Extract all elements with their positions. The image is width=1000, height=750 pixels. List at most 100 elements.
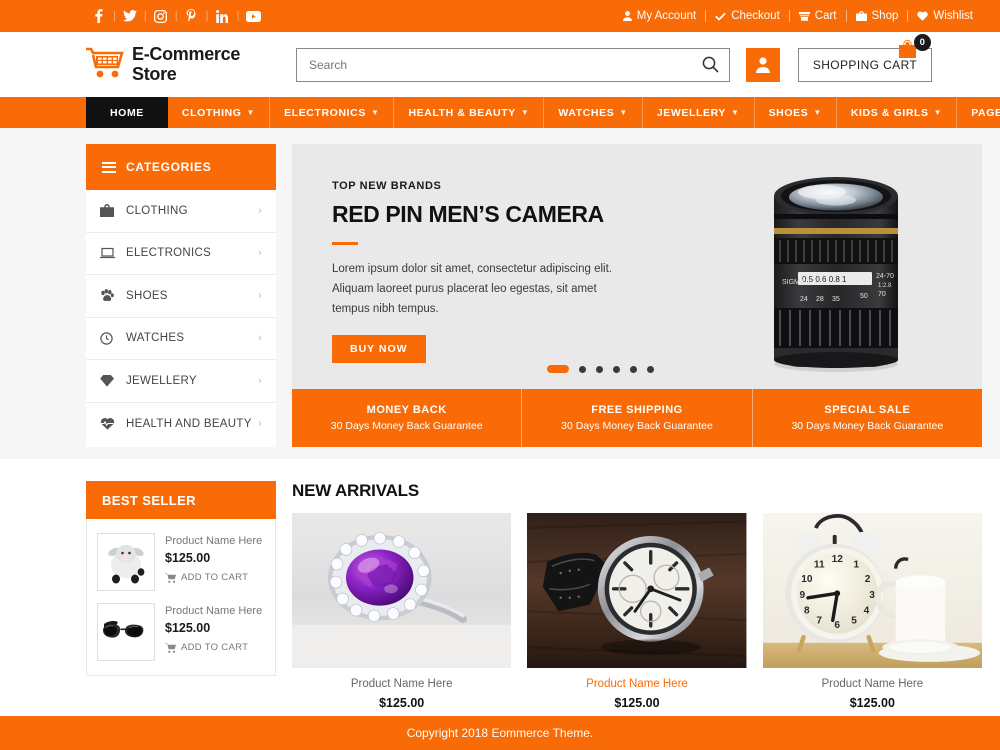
category-item-electronics[interactable]: ELECTRONICS › [86, 232, 276, 275]
categories-header[interactable]: CATEGORIES [86, 144, 276, 190]
product-price: $125.00 [165, 621, 211, 635]
nav-item-jewellery[interactable]: JEWELLERY ▼ [643, 97, 755, 128]
product-card[interactable]: Product Name Here $125.00 [527, 513, 747, 710]
svg-text:4: 4 [863, 606, 869, 617]
nav-item-kids-girls[interactable]: KIDS & GIRLS ▼ [837, 97, 958, 128]
nav-label: ELECTRONICS [284, 106, 366, 119]
svg-text:35: 35 [832, 296, 840, 303]
slider-dot-1[interactable] [547, 365, 569, 373]
categories-panel: CATEGORIES CLOTHING › ELECTRONICS › SHOE… [86, 144, 276, 447]
lower-content-row: BEST SELLER Product Name Here $125.00 AD… [0, 459, 1000, 710]
list-item[interactable]: Product Name Here $125.00 ADD TO CART [95, 527, 267, 597]
nav-item-health-beauty[interactable]: HEALTH & BEAUTY ▼ [394, 97, 545, 128]
new-arrivals-grid: Product Name Here $125.00 Product Name H… [292, 513, 982, 710]
site-logo[interactable]: E-Commerce Store [86, 44, 286, 84]
slider-dot-6[interactable] [647, 365, 654, 373]
social-separator: | [236, 10, 240, 22]
add-to-cart-button[interactable]: ADD TO CART [165, 642, 262, 653]
category-item-jewellery[interactable]: JEWELLERY › [86, 360, 276, 403]
nav-item-home[interactable]: HOME [86, 97, 168, 128]
svg-text:1: 1 [853, 559, 859, 570]
nav-label: WATCHES [558, 106, 615, 119]
svg-text:7: 7 [816, 616, 822, 627]
list-item[interactable]: Product Name Here $125.00 ADD TO CART [95, 597, 267, 667]
search-button[interactable] [691, 49, 729, 81]
chevron-down-icon: ▼ [813, 108, 822, 117]
slider-dot-2[interactable] [579, 365, 586, 373]
top-link-label: Wishlist [933, 10, 973, 22]
category-label: JEWELLERY [126, 374, 197, 387]
category-item-health-and-beauty[interactable]: HEALTH AND BEAUTY › [86, 402, 276, 445]
product-price: $125.00 [614, 696, 660, 710]
pinterest-icon[interactable] [179, 6, 205, 26]
feature-title: SPECIAL SALE [824, 404, 911, 416]
nav-item-clothing[interactable]: CLOTHING ▼ [168, 97, 271, 128]
search-bar [296, 47, 730, 82]
top-link-cart[interactable]: Cart [790, 10, 846, 22]
social-separator: | [174, 10, 178, 22]
linkedin-icon[interactable] [209, 6, 235, 26]
hero-text: TOP NEW BRANDS RED PIN MEN’S CAMERA Lore… [292, 144, 662, 389]
top-link-shop[interactable]: Shop [847, 10, 908, 22]
product-name[interactable]: Product Name Here [763, 678, 982, 690]
svg-text:2: 2 [864, 574, 870, 585]
add-to-cart-button[interactable]: ADD TO CART [165, 572, 262, 583]
category-label: HEALTH AND BEAUTY [126, 417, 252, 430]
laptop-icon [100, 247, 126, 259]
nav-item-shoes[interactable]: SHOES ▼ [755, 97, 837, 128]
clock-icon [100, 332, 126, 345]
top-link-wishlist[interactable]: Wishlist [908, 10, 982, 22]
nav-item-electronics[interactable]: ELECTRONICS ▼ [270, 97, 395, 128]
slider-dot-5[interactable] [630, 365, 637, 373]
svg-text:12: 12 [831, 554, 843, 565]
hamburger-icon [102, 161, 116, 173]
hero-column: TOP NEW BRANDS RED PIN MEN’S CAMERA Lore… [292, 144, 982, 447]
slider-dot-3[interactable] [596, 365, 603, 373]
svg-text:8: 8 [804, 606, 810, 617]
search-input[interactable] [297, 48, 691, 81]
slider-dot-4[interactable] [613, 365, 620, 373]
social-separator: | [143, 10, 147, 22]
product-card[interactable]: Product Name Here $125.00 [292, 513, 512, 710]
svg-text:11: 11 [814, 559, 825, 570]
top-link-label: Checkout [731, 10, 780, 22]
top-link-my-account[interactable]: My Account [614, 10, 705, 22]
slider-dots [547, 365, 654, 373]
account-button[interactable] [746, 47, 780, 82]
black-sunglasses-image [97, 603, 155, 661]
feature-free-shipping: FREE SHIPPING 30 Days Money Back Guarant… [522, 389, 753, 447]
plush-lamb-toy-image [97, 533, 155, 591]
svg-text:10: 10 [801, 574, 813, 585]
product-card[interactable]: 12 1 2 345 678 9 10 11 Product Name Here… [762, 513, 982, 710]
categories-title: CATEGORIES [126, 160, 212, 174]
nav-label: SHOES [768, 106, 809, 119]
chevron-down-icon: ▼ [370, 108, 380, 117]
chevron-down-icon: ▼ [520, 108, 530, 117]
buy-now-button[interactable]: BUY NOW [332, 335, 426, 364]
top-content-row: CATEGORIES CLOTHING › ELECTRONICS › SHOE… [0, 144, 1000, 447]
category-item-clothing[interactable]: CLOTHING › [86, 190, 276, 233]
nav-label: CLOTHING [181, 106, 242, 119]
nav-label: HOME [110, 106, 144, 119]
product-name[interactable]: Product Name Here [527, 678, 746, 690]
user-icon [622, 11, 632, 21]
cart-icon [165, 642, 176, 653]
twitter-icon[interactable] [117, 6, 143, 26]
site-footer: Copyright 2018 Eommerce Theme. [0, 716, 1000, 750]
list-item-info: Product Name Here $125.00 ADD TO CART [165, 603, 262, 661]
product-name[interactable]: Product Name Here [292, 678, 511, 690]
top-link-checkout[interactable]: Checkout [706, 10, 789, 22]
feature-title: FREE SHIPPING [591, 404, 683, 416]
best-seller-list: Product Name Here $125.00 ADD TO CART Pr… [86, 519, 276, 676]
nav-item-watches[interactable]: WATCHES ▼ [544, 97, 643, 128]
category-label: CLOTHING [126, 204, 188, 217]
category-item-watches[interactable]: WATCHES › [86, 317, 276, 360]
page-body: CATEGORIES CLOTHING › ELECTRONICS › SHOE… [0, 128, 1000, 459]
instagram-icon[interactable] [148, 6, 174, 26]
facebook-icon[interactable] [86, 6, 112, 26]
category-item-shoes[interactable]: SHOES › [86, 275, 276, 318]
paw-icon [100, 289, 126, 302]
nav-item-pages[interactable]: PAGES▼ [957, 97, 1000, 128]
shopping-cart-button[interactable]: SHOPPING CART 0 [798, 33, 932, 82]
youtube-icon[interactable] [240, 6, 266, 26]
